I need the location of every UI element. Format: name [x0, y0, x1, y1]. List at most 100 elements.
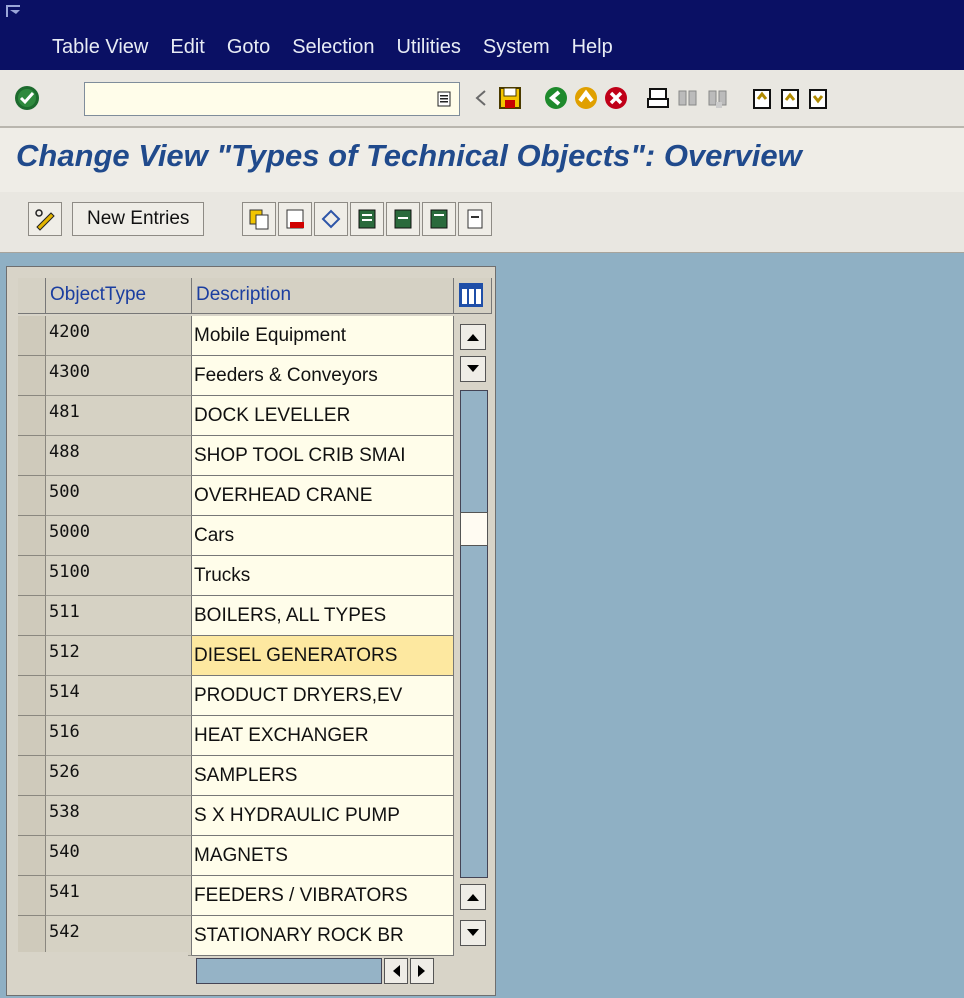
deselect-all-button[interactable] [422, 202, 456, 236]
command-history-icon[interactable] [437, 91, 451, 107]
scroll-track[interactable] [460, 390, 488, 878]
find-icon[interactable] [674, 84, 702, 112]
cancel-icon[interactable] [602, 84, 630, 112]
table-corner [18, 952, 188, 992]
horizontal-scrollbar[interactable] [196, 958, 382, 984]
collapse-arrow-icon[interactable] [468, 84, 496, 112]
table-row: 512 DIESEL GENERATORS [18, 636, 454, 676]
row-selector[interactable] [18, 716, 46, 756]
table-row: 4200 Mobile Equipment [18, 316, 454, 356]
row-selector[interactable] [18, 796, 46, 836]
menu-utilities[interactable]: Utilities [396, 36, 460, 59]
description-cell[interactable]: Cars [192, 516, 454, 556]
row-selector[interactable] [18, 596, 46, 636]
triangle-left-icon [393, 965, 400, 977]
configure-button[interactable] [458, 202, 492, 236]
scroll-thumb[interactable] [460, 512, 488, 546]
description-cell[interactable]: Trucks [192, 556, 454, 596]
column-header-objecttype[interactable]: ObjectType [46, 278, 192, 314]
column-header-description[interactable]: Description [192, 278, 454, 314]
copy-icon [249, 209, 269, 230]
description-cell[interactable]: HEAT EXCHANGER [192, 716, 454, 756]
menu-table-view[interactable]: Table View [52, 36, 148, 59]
description-cell[interactable]: SHOP TOOL CRIB SMAI [192, 436, 454, 476]
enter-icon[interactable] [12, 84, 42, 112]
description-cell[interactable]: BOILERS, ALL TYPES [192, 596, 454, 636]
select-block-button[interactable] [386, 202, 420, 236]
triangle-down-icon [467, 365, 479, 372]
row-selector[interactable] [18, 756, 46, 796]
row-selector[interactable] [18, 916, 46, 956]
table-row: 481 DOCK LEVELLER [18, 396, 454, 436]
table-row: 4300 Feeders & Conveyors [18, 356, 454, 396]
objecttype-cell: 540 [46, 836, 192, 876]
triangle-up-icon [467, 894, 479, 901]
description-cell[interactable]: OVERHEAD CRANE [192, 476, 454, 516]
undo-change-button[interactable] [314, 202, 348, 236]
scroll-line-up-button[interactable] [460, 884, 486, 910]
menu-edit[interactable]: Edit [170, 36, 204, 59]
table-settings-button[interactable] [454, 278, 492, 314]
triangle-up-icon [467, 334, 479, 341]
pencil-glasses-icon [35, 209, 55, 231]
select-all-rows-cell[interactable] [18, 278, 46, 314]
row-selector[interactable] [18, 636, 46, 676]
table-row: 538 S X HYDRAULIC PUMP [18, 796, 454, 836]
row-selector[interactable] [18, 476, 46, 516]
row-selector[interactable] [18, 876, 46, 916]
triangle-down-icon [467, 929, 479, 936]
row-selector[interactable] [18, 316, 46, 356]
select-all-button[interactable] [350, 202, 384, 236]
description-cell[interactable]: FEEDERS / VIBRATORS [192, 876, 454, 916]
back-icon[interactable] [542, 84, 570, 112]
scroll-right-button[interactable] [410, 958, 434, 984]
scroll-left-button[interactable] [384, 958, 408, 984]
delete-button[interactable] [278, 202, 312, 236]
description-cell[interactable]: MAGNETS [192, 836, 454, 876]
description-cell[interactable]: DOCK LEVELLER [192, 396, 454, 436]
description-cell[interactable]: STATIONARY ROCK BR [192, 916, 454, 956]
next-page-icon[interactable] [804, 84, 832, 112]
description-cell[interactable]: S X HYDRAULIC PUMP [192, 796, 454, 836]
table-row: 516 HEAT EXCHANGER [18, 716, 454, 756]
row-selector[interactable] [18, 436, 46, 476]
objecttype-cell: 4300 [46, 356, 192, 396]
previous-page-icon[interactable] [776, 84, 804, 112]
description-cell[interactable]: PRODUCT DRYERS,EV [192, 676, 454, 716]
delete-icon [286, 209, 304, 229]
display-change-button[interactable] [28, 202, 62, 236]
description-cell-focused[interactable]: DIESEL GENERATORS [192, 636, 454, 676]
objecttype-cell: 5000 [46, 516, 192, 556]
menu-bar: Table View Edit Goto Selection Utilities… [0, 0, 964, 70]
table-row: 526 SAMPLERS [18, 756, 454, 796]
menu-selection[interactable]: Selection [292, 36, 374, 59]
scroll-page-down-button[interactable] [460, 356, 486, 382]
description-cell[interactable]: Mobile Equipment [192, 316, 454, 356]
objecttype-cell: 512 [46, 636, 192, 676]
exit-icon[interactable] [572, 84, 600, 112]
select-all-icon [358, 209, 376, 229]
objecttype-cell: 5100 [46, 556, 192, 596]
copy-as-button[interactable] [242, 202, 276, 236]
row-selector[interactable] [18, 836, 46, 876]
menu-help[interactable]: Help [572, 36, 613, 59]
row-selector[interactable] [18, 356, 46, 396]
first-page-icon[interactable] [748, 84, 776, 112]
row-selector[interactable] [18, 396, 46, 436]
scroll-line-down-button[interactable] [460, 920, 486, 946]
print-icon[interactable] [644, 84, 672, 112]
menu-system[interactable]: System [483, 36, 550, 59]
description-cell[interactable]: Feeders & Conveyors [192, 356, 454, 396]
row-selector[interactable] [18, 676, 46, 716]
new-entries-button[interactable]: New Entries [72, 202, 205, 236]
find-next-icon[interactable] [704, 84, 732, 112]
row-selector[interactable] [18, 516, 46, 556]
row-selector[interactable] [18, 556, 46, 596]
save-icon[interactable] [496, 84, 524, 112]
system-menu-icon[interactable] [6, 4, 24, 18]
menu-goto[interactable]: Goto [227, 36, 270, 59]
scroll-page-up-button[interactable] [460, 324, 486, 350]
description-cell[interactable]: SAMPLERS [192, 756, 454, 796]
table-settings-icon [459, 283, 483, 307]
command-field[interactable] [84, 82, 460, 116]
